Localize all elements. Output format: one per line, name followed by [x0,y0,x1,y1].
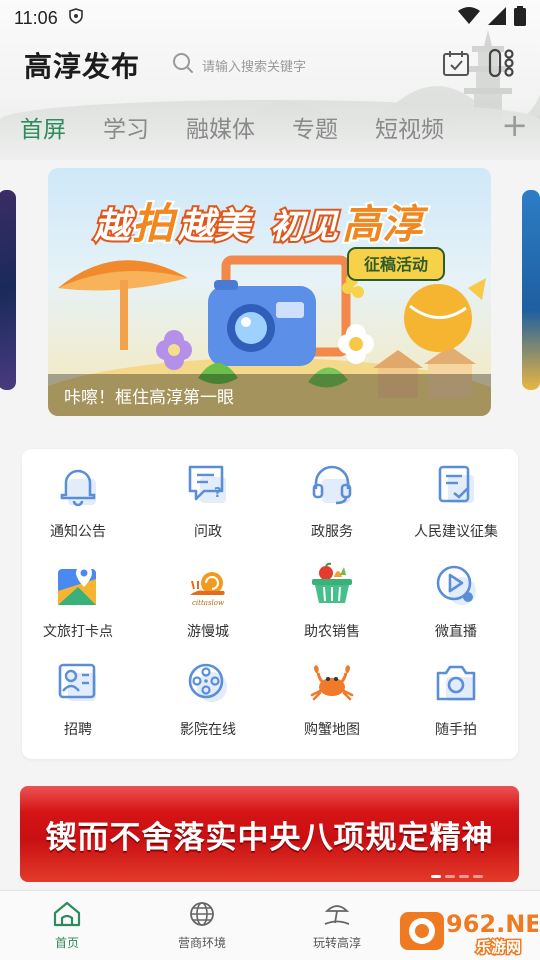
banner-title-a: 越 [93,205,136,246]
banner-title-d: 初见 [270,208,340,246]
service-checkin[interactable]: 文旅打卡点 [16,549,140,649]
watermark-sub: 乐游网 [476,938,521,956]
nav-home[interactable]: 首页 [12,901,122,951]
search-bar[interactable]: 请输入搜索关键字 [172,52,306,78]
id-card-icon [54,659,102,707]
service-suggestion[interactable]: 人民建议征集 [394,449,518,549]
document-check-icon [432,461,480,509]
service-gov[interactable]: 政服务 [270,449,394,549]
umbrella-beach-icon [323,901,351,930]
camera-icon [432,659,480,707]
film-reel-icon [184,659,232,707]
service-farm-sales[interactable]: 助农销售 [270,549,394,649]
service-live[interactable]: 微直播 [394,549,518,649]
service-cinema[interactable]: 影院在线 [146,647,270,747]
carousel-next-card[interactable] [522,190,540,390]
bell-icon [54,461,102,509]
nav-label: 首页 [54,936,79,950]
service-label: 游慢城 [187,624,229,640]
crab-icon [308,659,356,707]
service-jobs[interactable]: 招聘 [16,647,140,747]
service-crab-map[interactable]: 购蟹地图 [270,647,394,747]
svg-text:?: ? [214,486,222,501]
nav-explore[interactable]: 玩转高淳 [282,901,392,951]
channel-tabs: 首屏 学习 融媒体 专题 短视频 + [0,105,540,149]
nav-business[interactable]: 营商环境 [147,901,257,951]
question-chat-icon: ? [184,461,232,509]
snail-logo-icon: cittaslow [184,561,232,609]
signal-icon [488,6,506,30]
banner-shine [20,786,519,812]
carousel-prev-card[interactable] [0,190,16,390]
watermark-logo: 962.NET 乐游网 [400,909,538,956]
indicator-dot [473,875,483,878]
nav-label: 玩转高淳 [312,936,361,950]
status-bar: 11:06 [0,0,540,36]
tab-home-screen[interactable]: 首屏 [20,110,66,144]
service-label: 随手拍 [435,722,477,738]
carousel-main-card[interactable]: 越 拍 越美 初见 高淳 征稿活动 咔嚓！框住高淳第一眼 [48,168,491,416]
service-label: 助农销售 [304,624,360,640]
banner-carousel[interactable]: 越 拍 越美 初见 高淳 征稿活动 咔嚓！框住高淳第一眼 [0,168,540,416]
banner-indicator [431,875,483,878]
search-placeholder: 请输入搜索关键字 [202,59,307,75]
tab-study[interactable]: 学习 [103,110,149,144]
title-row: 高淳发布 请输入搜索关键字 [0,40,540,90]
service-label: 人民建议征集 [414,524,498,540]
headset-icon [308,461,356,509]
policy-banner[interactable]: 锲而不舍落实中央八项规定精神 [20,786,519,882]
tab-short-video[interactable]: 短视频 [375,110,444,144]
service-label: 影院在线 [180,722,236,738]
banner-caption-bar: 咔嚓！框住高淳第一眼 [48,374,491,416]
banner-badge: 征稿活动 [364,255,428,274]
service-notice[interactable]: 通知公告 [16,449,140,549]
home-icon [53,901,81,930]
tab-media[interactable]: 融媒体 [186,110,255,144]
service-label: 通知公告 [50,524,106,540]
service-wenzheng[interactable]: ? 问政 [146,449,270,549]
menu-dots-icon[interactable] [488,48,516,82]
service-label: 招聘 [64,722,92,738]
svg-text:cittaslow: cittaslow [192,599,224,607]
search-icon [172,52,202,78]
service-label: 微直播 [435,624,477,640]
tab-topics[interactable]: 专题 [292,110,338,144]
play-circle-icon [432,561,480,609]
status-time: 11:06 [14,7,58,28]
banner-title-b: 拍 [132,200,178,247]
add-tab-button[interactable]: + [501,109,528,141]
policy-banner-text: 锲而不舍落实中央八项规定精神 [45,820,494,856]
calendar-check-icon[interactable] [442,49,470,81]
map-pin-icon [54,561,102,609]
app-title: 高淳发布 [24,50,141,83]
service-label: 问政 [194,524,222,540]
wifi-icon [458,6,480,30]
service-snapshot[interactable]: 随手拍 [394,647,518,747]
battery-icon [514,5,526,31]
services-grid: 通知公告 ? 问政 政服务 人民建议征集 文旅打卡点 cittaslow 游慢城 [22,449,518,759]
banner-title-e: 高淳 [342,203,429,247]
indicator-dot [445,875,455,878]
banner-title-c: 越美 [177,205,254,246]
indicator-dot [431,875,441,878]
shield-icon [68,7,84,29]
service-label: 文旅打卡点 [43,624,113,640]
indicator-dot [459,875,469,878]
service-label: 政服务 [311,524,353,540]
service-slow-city[interactable]: cittaslow 游慢城 [146,549,270,649]
banner-caption: 咔嚓！框住高淳第一眼 [64,387,234,408]
watermark-brand: 962.NET [446,910,538,938]
basket-icon [308,561,356,609]
globe-icon [188,901,216,930]
service-label: 购蟹地图 [304,722,360,738]
nav-label: 营商环境 [177,936,226,950]
